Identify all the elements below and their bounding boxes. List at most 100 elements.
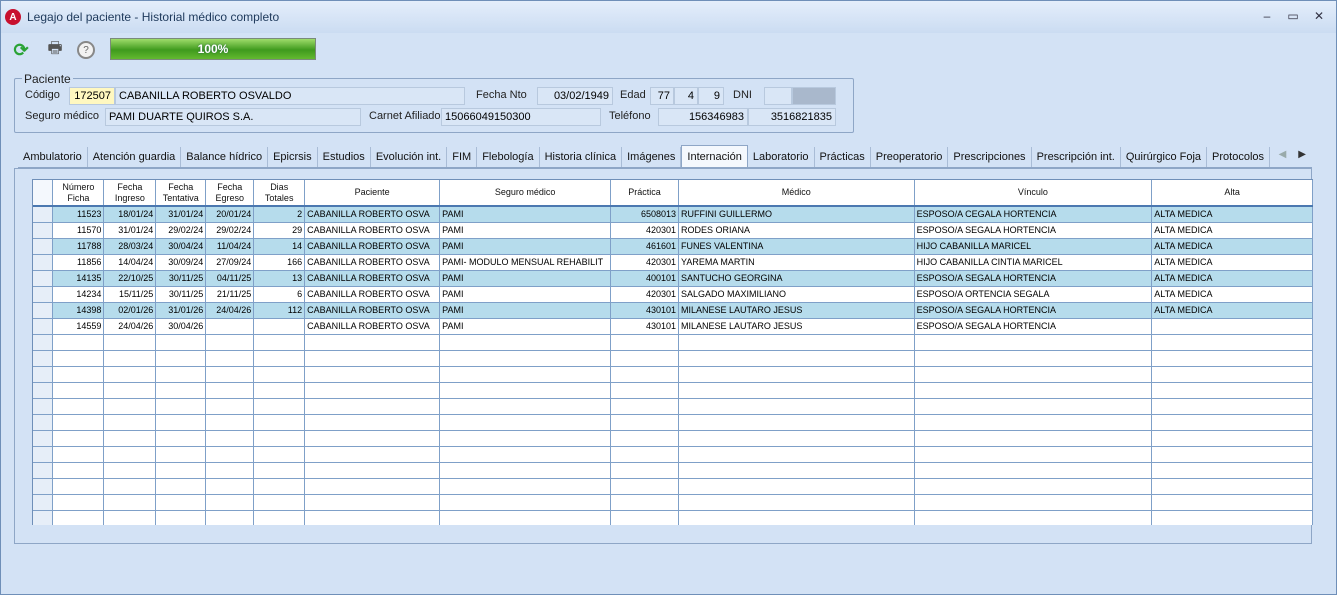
empty-row (33, 382, 1313, 399)
empty-cell (1151, 398, 1313, 415)
row-indicator[interactable] (33, 286, 54, 303)
tab-flebología[interactable]: Flebología (477, 147, 540, 167)
table-cell: CABANILLA ROBERTO OSVA (304, 222, 441, 239)
column-header[interactable]: Vínculo (914, 180, 1153, 207)
column-header[interactable]: Paciente (304, 180, 441, 207)
close-button[interactable]: ✕ (1310, 9, 1328, 23)
table-row[interactable]: 14234 15/11/25 30/11/25 21/11/25 6 CABANILLA … (33, 286, 1313, 303)
row-indicator[interactable] (33, 238, 54, 255)
refresh-icon[interactable]: ⟳ (9, 38, 33, 62)
tab-fim[interactable]: FIM (447, 147, 478, 167)
empty-cell (155, 382, 207, 399)
row-indicator[interactable] (33, 254, 54, 271)
row-indicator[interactable] (33, 318, 54, 335)
tab-scroll-right-icon[interactable]: ▶ (1298, 149, 1306, 160)
table-row[interactable]: 14135 22/10/25 30/11/25 04/11/25 13 CABANILLA… (33, 270, 1313, 287)
column-header[interactable]: Fecha Tentativa (155, 180, 207, 207)
table-row[interactable]: 14398 02/01/26 31/01/26 24/04/26 112 CABANILL… (33, 302, 1313, 319)
column-header[interactable]: Fecha Ingreso (103, 180, 157, 207)
empty-cell (439, 430, 612, 447)
column-header[interactable]: Fecha Egreso (205, 180, 255, 207)
table-cell: 02/01/26 (103, 302, 157, 319)
empty-cell (52, 430, 105, 447)
tab-atención-guardia[interactable]: Atención guardia (88, 147, 182, 167)
empty-cell (610, 382, 679, 399)
tab-prescripción-int-[interactable]: Prescripción int. (1032, 147, 1121, 167)
column-header[interactable]: Seguro médico (439, 180, 612, 207)
row-indicator[interactable] (33, 222, 54, 239)
table-cell: 6 (253, 286, 306, 303)
tab-imágenes[interactable]: Imágenes (622, 147, 682, 167)
internacion-grid: Número Ficha Fecha Ingreso Fecha Tentativa Fec… (32, 179, 1313, 525)
help-icon[interactable]: ? (77, 41, 95, 59)
empty-cell (33, 382, 54, 399)
empty-cell (103, 414, 157, 431)
seguro-field: PAMI DUARTE QUIROS S.A. (105, 108, 361, 126)
tab-estudios[interactable]: Estudios (318, 147, 371, 167)
table-cell: 29/02/24 (205, 222, 255, 239)
column-header[interactable]: Práctica (610, 180, 679, 207)
column-header[interactable]: Médico (678, 180, 915, 207)
column-header-label: Fecha (217, 181, 243, 192)
tab-prácticas[interactable]: Prácticas (815, 147, 871, 167)
tab-scroll-left-icon[interactable]: ◀ (1279, 149, 1287, 160)
column-header[interactable]: Número Ficha (52, 180, 105, 207)
empty-cell (52, 398, 105, 415)
table-cell: 14559 (52, 318, 105, 335)
table-row[interactable]: 11788 28/03/24 30/04/24 11/04/24 14 CABANILLA… (33, 238, 1313, 255)
empty-cell (155, 462, 207, 479)
table-cell: ESPOSO/A SEGALA HORTENCIA (914, 302, 1153, 319)
empty-cell (33, 462, 54, 479)
app-logo-icon: A (5, 9, 21, 25)
empty-row (33, 366, 1313, 383)
tab-prescripciones[interactable]: Prescripciones (948, 147, 1032, 167)
table-cell: 15/11/25 (103, 286, 157, 303)
codigo-field[interactable]: 172507 (69, 87, 115, 105)
column-header[interactable]: Dias Totales (253, 180, 306, 207)
table-cell: 14398 (52, 302, 105, 319)
empty-cell (304, 430, 441, 447)
row-indicator[interactable] (33, 206, 54, 223)
empty-cell (253, 398, 306, 415)
tab-quirúrgico-foja[interactable]: Quirúrgico Foja (1121, 147, 1208, 167)
empty-cell (1151, 334, 1313, 351)
table-row[interactable]: 11570 31/01/24 29/02/24 29/02/24 29 CABANILLA… (33, 222, 1313, 239)
empty-cell (304, 414, 441, 431)
tab-protocolos[interactable]: Protocolos (1207, 147, 1271, 167)
empty-cell (914, 366, 1153, 383)
empty-cell (439, 446, 612, 463)
tab-ambulatorio[interactable]: Ambulatorio (18, 147, 88, 167)
table-cell: PAMI (439, 206, 612, 223)
table-cell (205, 318, 255, 335)
tab-balance-hídrico[interactable]: Balance hídrico (181, 147, 269, 167)
tab-internación[interactable]: Internación (681, 145, 748, 167)
tab-epicrsis[interactable]: Epicrsis (268, 147, 318, 167)
minimize-button[interactable]: – (1258, 9, 1276, 23)
row-indicator[interactable] (33, 270, 54, 287)
empty-row (33, 414, 1313, 431)
column-header[interactable]: Alta (1151, 180, 1313, 207)
row-indicator[interactable] (33, 302, 54, 319)
print-icon[interactable]: 🖶 (43, 38, 67, 62)
table-cell (1151, 318, 1313, 335)
empty-cell (33, 350, 54, 367)
table-cell: 14 (253, 238, 306, 255)
empty-cell (103, 430, 157, 447)
table-row[interactable]: 14559 24/04/26 30/04/26 CABANILLA ROBERTO O… (33, 318, 1313, 335)
empty-cell (103, 334, 157, 351)
table-row[interactable]: 11523 18/01/24 31/01/24 20/01/24 2 CABANILLA … (33, 206, 1313, 223)
tab-evolución-int-[interactable]: Evolución int. (371, 147, 448, 167)
empty-cell (103, 366, 157, 383)
empty-cell (678, 462, 915, 479)
empty-cell (155, 334, 207, 351)
tab-laboratorio[interactable]: Laboratorio (748, 147, 815, 167)
table-cell: YAREMA MARTIN (678, 254, 915, 271)
empty-cell (33, 430, 54, 447)
tab-historia-clínica[interactable]: Historia clínica (540, 147, 623, 167)
table-cell: MILANESE LAUTARO JESUS (678, 302, 915, 319)
empty-cell (253, 478, 306, 495)
maximize-button[interactable]: ▭ (1284, 9, 1302, 23)
empty-cell (914, 494, 1153, 511)
table-row[interactable]: 11856 14/04/24 30/09/24 27/09/24 166 CABANILL… (33, 254, 1313, 271)
tab-preoperatorio[interactable]: Preoperatorio (871, 147, 949, 167)
